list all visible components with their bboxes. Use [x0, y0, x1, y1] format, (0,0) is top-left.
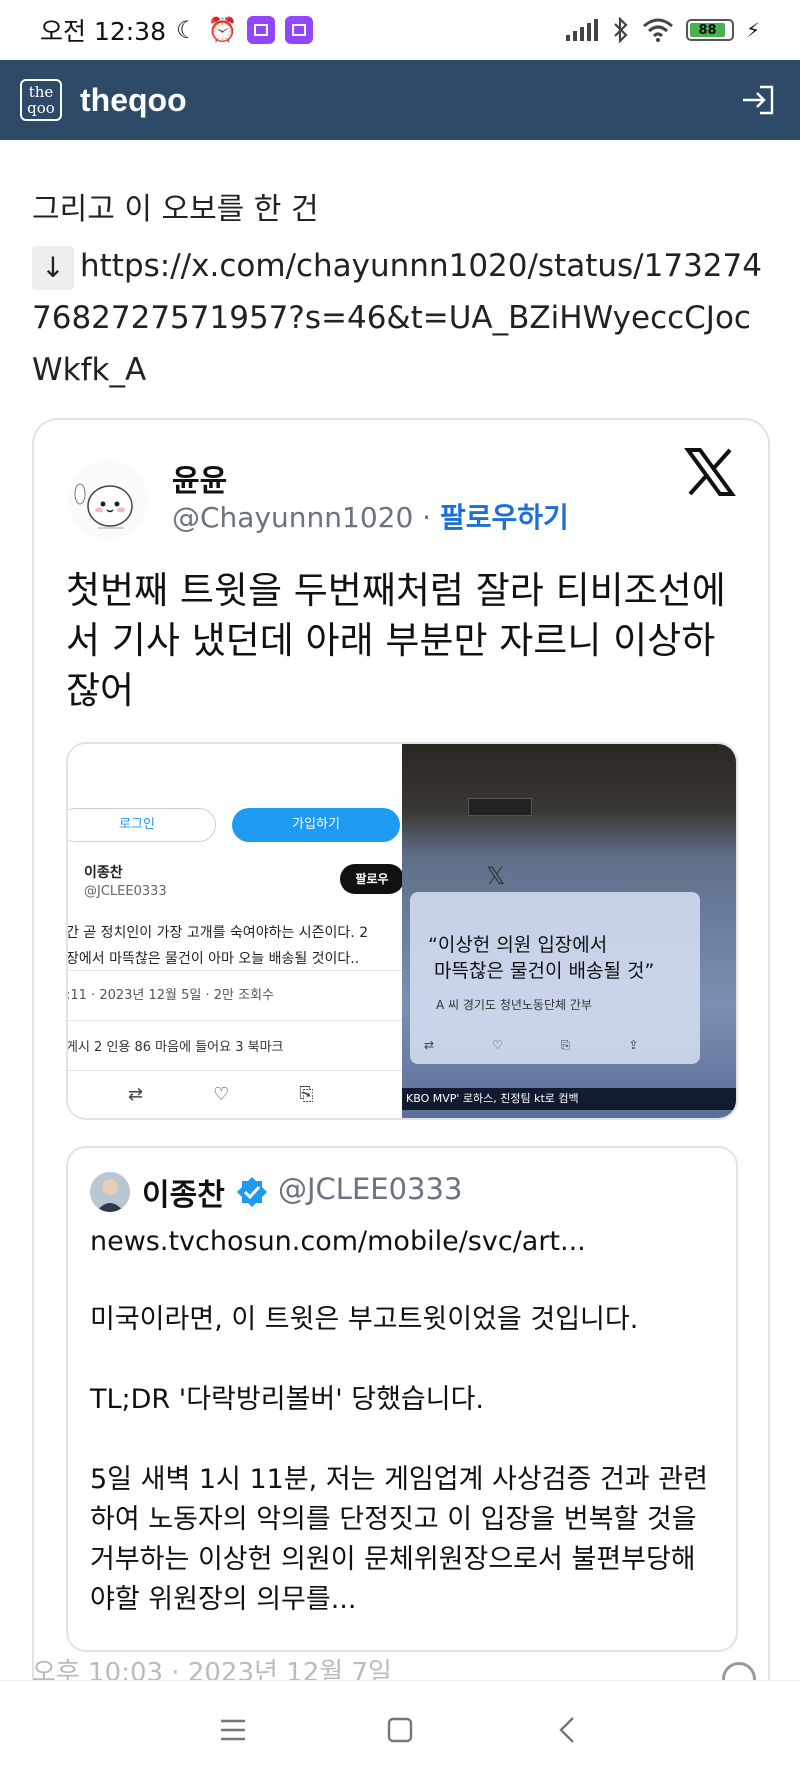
- share-icon: ⇪: [628, 1038, 639, 1052]
- tweet-text: 첫번째 트윗을 두번째처럼 잘라 티비조선에서 기사 냈던데 아래 부분만 자르…: [66, 569, 726, 712]
- quoted-tweet-body: 미국이라면, 이 트윗은 부고트윗이었을 것입니다. TL;DR '다락방리볼버…: [90, 1300, 716, 1660]
- status-right: 88 ⚡: [565, 17, 760, 43]
- verified-badge-icon: [237, 1177, 267, 1207]
- screenshot-action-icons: ⇄ ♡ ⎘: [128, 1084, 314, 1105]
- app-bar: the qoo theqoo: [0, 60, 800, 140]
- wifi-icon: [642, 18, 673, 42]
- tweet-timestamp: 오후 10:03 · 2023년 12월 7일: [32, 1658, 392, 1680]
- screenshot-body-line-1: 간 곧 정치인이 가장 고개를 숙여야하는 시즌이다. 2: [68, 925, 369, 941]
- status-left: 오전 12:38 ☾ ⏰: [40, 12, 314, 48]
- quoted-paragraph-1: 미국이라면, 이 트윗은 부고트윗이었을 것입니다.: [90, 1304, 639, 1335]
- photo-action-icons: ⇄ ♡ ⎘ ⇪: [424, 1038, 639, 1053]
- system-nav-bar: [0, 1680, 800, 1778]
- follow-button[interactable]: 팔로우하기: [440, 501, 569, 534]
- battery-icon: 88: [685, 19, 734, 41]
- logo-text-top: the: [28, 83, 54, 101]
- retweet-icon: ⇄: [424, 1038, 435, 1052]
- charging-icon: ⚡: [745, 18, 760, 42]
- photo-quote-text: “이상헌 의원 입장에서 마뜩찮은 물건이 배송될 것”: [428, 934, 655, 982]
- quoted-tweet-link[interactable]: news.tvchosun.com/mobile/svc/art...: [90, 1226, 586, 1257]
- back-button[interactable]: [547, 1710, 587, 1750]
- post-link-block: ↓ https://x.com/chayunnn1020/status/17327…: [32, 240, 772, 396]
- quoted-paragraph-3: 5일 새벽 1시 11분, 저는 게임업계 사상검증 건과 관련하여 노동자의 …: [90, 1464, 708, 1615]
- photo-caption: A 씨 경기도 청년노동단체 간부: [436, 998, 592, 1012]
- quoted-author-handle[interactable]: @JCLEE0333: [278, 1172, 462, 1206]
- status-time: 오전 12:38: [40, 17, 166, 46]
- screenshot-login-button: 로그인: [68, 808, 216, 842]
- post-text-line: 그리고 이 오보를 한 건: [32, 192, 319, 227]
- quoted-tweet[interactable]: 이종찬 @JCLEE0333 news.tvchosun.com/mobile/…: [66, 1146, 738, 1652]
- moon-icon: ☾: [176, 16, 198, 44]
- app-title[interactable]: theqoo: [80, 82, 187, 119]
- photo-x-logo-icon: 𝕏: [486, 862, 506, 890]
- tweet-embed[interactable]: 윤윤 @Chayunnn1020 · 팔로우하기 첫번째 트윗을 두번째처럼 잘…: [32, 418, 770, 1680]
- post-link[interactable]: https://x.com/chayunnn1020/status/173274…: [32, 248, 762, 388]
- login-button[interactable]: [736, 78, 780, 122]
- x-logo-icon[interactable]: [684, 446, 736, 498]
- back-chevron-icon: [558, 1716, 574, 1743]
- retweet-icon: ⇄: [128, 1084, 144, 1105]
- heart-icon: ♡: [492, 1038, 503, 1052]
- media-photo-right[interactable]: 𝕏 “이상헌 의원 입장에서 마뜩찮은 물건이 배송될 것” A 씨 경기도 청…: [402, 744, 736, 1118]
- bookmark-icon: ⎘: [560, 1038, 571, 1052]
- login-icon: [743, 85, 774, 115]
- twitch-icon-2: [285, 16, 314, 44]
- author-avatar[interactable]: [68, 460, 148, 540]
- signal-icon: [565, 19, 598, 41]
- divider: [68, 1070, 402, 1071]
- screenshot-stats: 게시 2 인용 86 마음에 들어요 3 북마크: [68, 1040, 284, 1055]
- twitch-icon: [247, 16, 276, 44]
- screenshot-author-name: 이종찬: [84, 865, 123, 881]
- logo-text-bottom: qoo: [27, 99, 55, 117]
- tweet-media[interactable]: 로그인 가입하기 이종찬 @JCLEE0333 팔로우 간 곧 정치인이 가장 …: [66, 742, 738, 1120]
- down-arrow-icon: ↓: [32, 245, 74, 290]
- screenshot-follow-button: 팔로우: [340, 864, 402, 894]
- screenshot-author-handle: @JCLEE0333: [84, 884, 167, 899]
- quoted-author-name[interactable]: 이종찬: [142, 1170, 225, 1214]
- home-button[interactable]: [380, 1710, 420, 1750]
- menu-icon: [221, 1719, 246, 1740]
- menu-button[interactable]: [213, 1710, 253, 1750]
- app-logo[interactable]: the qoo: [20, 79, 62, 121]
- quoted-paragraph-2: TL;DR '다락방리볼버' 당했습니다.: [90, 1384, 485, 1415]
- bookmark-icon: ⎘: [299, 1084, 314, 1105]
- screenshot-body-line-2: 장에서 마뜩찮은 물건이 아마 오늘 배송될 것이다..: [68, 951, 360, 967]
- screenshot-join-button: 가입하기: [232, 808, 400, 842]
- ceiling-projector-shape: [468, 798, 532, 816]
- screenshot-timestamp: :11 · 2023년 12월 5일 · 2만 조회수: [68, 988, 275, 1003]
- avatar-photo-icon: [90, 1172, 130, 1212]
- quoted-author-avatar[interactable]: [90, 1172, 130, 1212]
- status-bar: 오전 12:38 ☾ ⏰ 88 ⚡: [0, 0, 800, 60]
- heart-icon: ♡: [213, 1084, 230, 1105]
- alarm-icon: ⏰: [207, 16, 238, 44]
- author-handle-row: @Chayunnn1020 · 팔로우하기: [172, 496, 569, 536]
- author-name[interactable]: 윤윤: [172, 456, 227, 500]
- avatar-character-image: [74, 483, 133, 529]
- divider: [68, 970, 402, 971]
- news-ticker: KBO MVP' 로하스, 친정팀 kt로 컴백: [402, 1088, 736, 1110]
- bluetooth-icon: [614, 17, 628, 43]
- home-square-icon: [387, 1717, 413, 1742]
- battery-level: 88: [689, 23, 726, 38]
- media-screenshot-left[interactable]: 로그인 가입하기 이종찬 @JCLEE0333 팔로우 간 곧 정치인이 가장 …: [68, 744, 402, 1118]
- post-content: 그리고 이 오보를 한 건 ↓ https://x.com/chayunnn102…: [0, 140, 800, 1680]
- handle-separator: ·: [413, 501, 440, 534]
- divider: [68, 1020, 402, 1021]
- author-handle[interactable]: @Chayunnn1020: [172, 501, 413, 534]
